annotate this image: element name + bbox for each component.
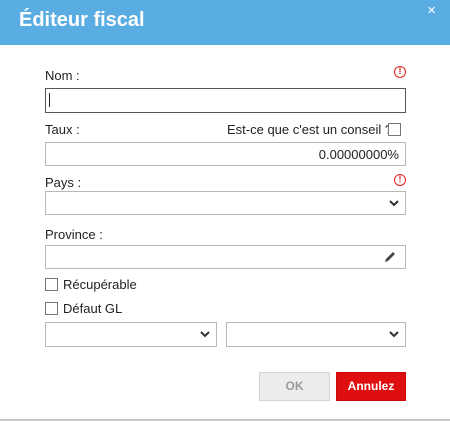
province-label: Province : (45, 227, 103, 242)
gl-select-2[interactable] (226, 322, 406, 347)
rate-input[interactable]: 0.00000000% (45, 142, 406, 166)
country-required-icon: ! (394, 174, 406, 186)
country-label: Pays : (45, 175, 82, 190)
name-input[interactable] (45, 88, 406, 113)
dialog-title: Éditeur fiscal (19, 9, 145, 31)
default-gl-checkbox[interactable] (45, 302, 58, 315)
recoverable-checkbox[interactable] (45, 278, 58, 291)
name-label: Nom : (45, 68, 80, 83)
advice-label: Est-ce que c'est un conseil ? (227, 122, 393, 137)
rate-value: 0.00000000% (318, 147, 399, 162)
default-gl-label: Défaut GL (63, 301, 123, 316)
chevron-down-icon (200, 331, 210, 338)
chevron-down-icon (389, 200, 399, 207)
close-icon[interactable]: × (427, 2, 436, 19)
name-required-icon: ! (394, 66, 406, 78)
dialog-title-bar: Éditeur fiscal × (0, 0, 450, 45)
text-caret (49, 93, 50, 107)
ok-button[interactable]: OK (259, 372, 330, 401)
cancel-button[interactable]: Annulez (336, 372, 406, 401)
chevron-down-icon (389, 331, 399, 338)
pencil-icon[interactable] (383, 250, 397, 264)
country-select[interactable] (45, 191, 406, 215)
rate-label: Taux : (45, 122, 80, 137)
advice-checkbox[interactable] (388, 123, 401, 136)
recoverable-label: Récupérable (63, 277, 137, 292)
tax-editor-dialog: Éditeur fiscal × Nom : ! Taux : Est-ce q… (0, 0, 450, 421)
province-input[interactable] (45, 245, 406, 269)
gl-select-1[interactable] (45, 322, 217, 347)
